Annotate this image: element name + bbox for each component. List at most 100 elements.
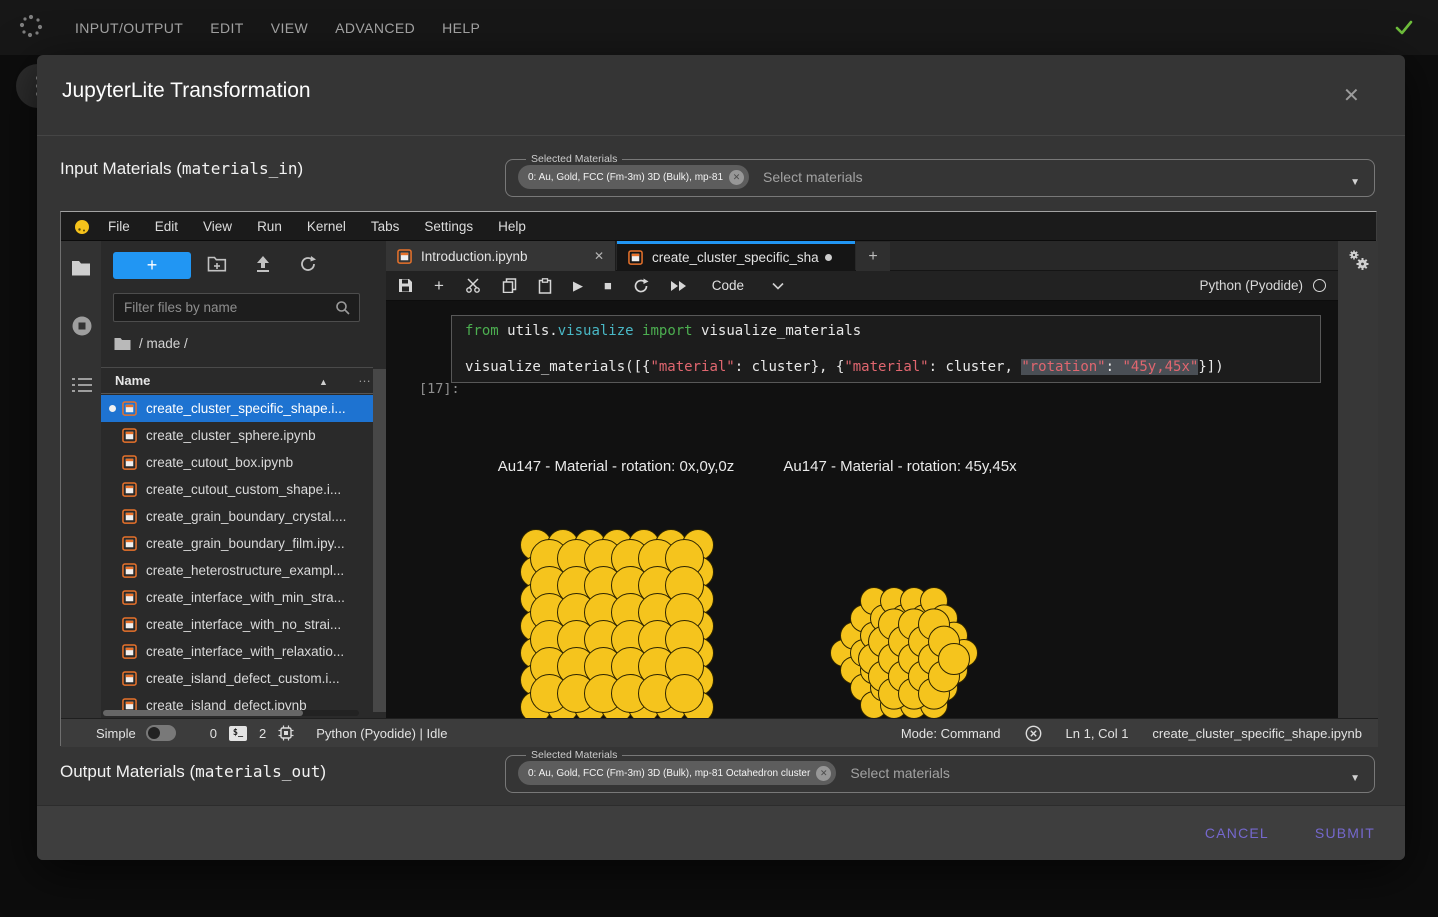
cell-type-select[interactable]: Code — [712, 278, 744, 293]
filter-files-input[interactable]: Filter files by name — [113, 293, 360, 322]
copy-cell-icon[interactable] — [502, 278, 517, 293]
file-item[interactable]: create_interface_with_relaxatio... — [101, 638, 373, 665]
file-item[interactable]: create_cutout_custom_shape.i... — [101, 476, 373, 503]
file-name: create_cluster_sphere.ipynb — [146, 428, 316, 443]
file-item[interactable]: create_heterostructure_exampl... — [101, 557, 373, 584]
submit-button[interactable]: SUBMIT — [1315, 825, 1375, 841]
run-all-icon[interactable] — [670, 280, 688, 292]
jupyter-menu-help[interactable]: Help — [498, 219, 526, 234]
file-name: create_grain_boundary_film.ipy... — [146, 536, 345, 551]
chevron-down-icon[interactable] — [772, 277, 784, 295]
file-item[interactable]: create_interface_with_no_strai... — [101, 611, 373, 638]
file-item[interactable]: create_cutout_box.ipynb — [101, 449, 373, 476]
kernel-status[interactable]: Python (Pyodide) | Idle — [316, 726, 447, 741]
file-item[interactable]: create_grain_boundary_film.ipy... — [101, 530, 373, 557]
cluster-rotation-0 — [521, 530, 714, 719]
tab-close-icon[interactable]: ✕ — [594, 249, 604, 263]
kernel-name[interactable]: Python (Pyodide) — [1199, 278, 1303, 293]
chip-remove-icon[interactable]: ✕ — [729, 170, 744, 185]
tab-introduction[interactable]: Introduction.ipynb ✕ — [386, 241, 616, 271]
menubar-item-help[interactable]: HELP — [442, 20, 480, 36]
cancel-button[interactable]: CANCEL — [1205, 825, 1269, 841]
paste-cell-icon[interactable] — [538, 278, 552, 294]
jupyter-menu-run[interactable]: Run — [257, 219, 282, 234]
file-item[interactable]: create_island_defect_custom.i... — [101, 665, 373, 692]
jupyter-menu-kernel[interactable]: Kernel — [307, 219, 346, 234]
breadcrumb[interactable]: / made / — [114, 336, 188, 351]
file-list-hscrollbar[interactable] — [103, 710, 359, 716]
notebook-file-icon — [122, 617, 137, 632]
run-cell-icon[interactable]: ▶ — [573, 278, 583, 294]
not-trusted-icon[interactable] — [1025, 725, 1042, 742]
table-of-contents-icon[interactable] — [71, 376, 93, 399]
cursor-position[interactable]: Ln 1, Col 1 — [1066, 726, 1129, 741]
atom — [666, 675, 704, 713]
success-check-icon[interactable] — [1392, 15, 1416, 44]
tab-create-cluster-specific-shape[interactable]: create_cluster_specific_sha — [617, 241, 855, 271]
screen: INPUT/OUTPUTEDITVIEWADVANCEDHELP Jupyter… — [0, 0, 1438, 917]
add-cell-icon[interactable]: + — [434, 276, 444, 296]
name-column-header[interactable]: Name — [115, 373, 150, 388]
upload-icon[interactable] — [254, 255, 272, 278]
chevron-down-icon[interactable]: ▼ — [1350, 177, 1360, 188]
jupyter-menu-view[interactable]: View — [203, 219, 232, 234]
top-menubar: INPUT/OUTPUT EDIT VIEW ADVANCED HELP — [75, 0, 480, 55]
active-filename[interactable]: create_cluster_specific_shape.ipynb — [1152, 726, 1362, 741]
simple-mode-toggle[interactable] — [146, 725, 176, 741]
file-list-header[interactable]: Name ▲ … — [101, 367, 373, 394]
menubar-item-view[interactable]: VIEW — [271, 20, 308, 36]
output-materials-label: Output Materials (materials_out) — [60, 762, 326, 788]
chip-remove-icon[interactable]: ✕ — [816, 766, 831, 781]
input-materials-label: Input Materials (materials_in) — [60, 159, 303, 185]
app-logo-icon[interactable] — [16, 11, 46, 46]
stop-kernel-icon[interactable]: ■ — [604, 278, 612, 293]
close-icon[interactable]: ✕ — [1343, 83, 1360, 108]
file-item[interactable]: create_interface_with_min_stra... — [101, 584, 373, 611]
file-list-scrollbar[interactable] — [373, 369, 386, 712]
input-materials-select[interactable]: Selected Materials 0: Au, Gold, FCC (Fm-… — [505, 153, 1375, 197]
file-item[interactable]: create_grain_boundary_crystal.... — [101, 503, 373, 530]
code-cell[interactable]: from utils.visualize import visualize_ma… — [451, 315, 1321, 383]
output-materials-select[interactable]: Selected Materials 0: Au, Gold, FCC (Fm-… — [505, 749, 1375, 793]
new-launcher-button[interactable]: + — [113, 252, 191, 279]
new-folder-icon[interactable] — [207, 255, 227, 278]
material-chip[interactable]: 0: Au, Gold, FCC (Fm-3m) 3D (Bulk), mp-8… — [518, 165, 749, 189]
settings-gears-icon[interactable] — [1347, 249, 1371, 280]
save-icon[interactable] — [398, 278, 413, 293]
file-browser-icon[interactable] — [71, 259, 91, 282]
right-strip — [1338, 241, 1378, 718]
mode-indicator[interactable]: Mode: Command — [901, 726, 1001, 741]
code-line: visualize_materials([{"material": cluste… — [465, 359, 1224, 375]
file-item[interactable]: create_cluster_sphere.ipynb — [101, 422, 373, 449]
menubar-item-edit[interactable]: EDIT — [210, 20, 244, 36]
menubar-item-input-output[interactable]: INPUT/OUTPUT — [75, 20, 183, 36]
atoms-canvas — [451, 486, 1051, 718]
sort-ascending-icon[interactable]: ▲ — [319, 377, 328, 387]
jupyter-menu-file[interactable]: File — [108, 219, 130, 234]
cut-cell-icon[interactable] — [465, 278, 481, 293]
notebook-file-icon — [122, 644, 137, 659]
jupyter-menu-settings[interactable]: Settings — [424, 219, 473, 234]
selected-materials-legend: Selected Materials — [526, 153, 622, 165]
file-item[interactable]: create_cluster_specific_shape.i... — [101, 395, 373, 422]
running-kernels-icon[interactable] — [71, 315, 93, 342]
select-materials-placeholder[interactable]: Select materials — [850, 765, 950, 781]
kernel-chip-icon[interactable] — [278, 725, 294, 741]
kernels-count[interactable]: 2 — [259, 726, 266, 741]
jupyter-menu-edit[interactable]: Edit — [155, 219, 178, 234]
menubar-item-advanced[interactable]: ADVANCED — [335, 20, 415, 36]
jupyter-menu-tabs[interactable]: Tabs — [371, 219, 400, 234]
restart-kernel-icon[interactable] — [633, 278, 649, 294]
activity-bar — [61, 241, 101, 718]
chevron-down-icon[interactable]: ▼ — [1350, 773, 1360, 784]
notebook-file-icon — [122, 482, 137, 497]
new-tab-button[interactable]: + — [856, 242, 890, 271]
terminal-icon[interactable]: $_ — [229, 726, 247, 741]
select-materials-placeholder[interactable]: Select materials — [763, 169, 863, 185]
terminals-count[interactable]: 0 — [210, 726, 217, 741]
refresh-icon[interactable] — [299, 255, 317, 278]
material-chip[interactable]: 0: Au, Gold, FCC (Fm-3m) 3D (Bulk), mp-8… — [518, 761, 836, 785]
file-name: create_cutout_box.ipynb — [146, 455, 293, 470]
file-name: create_island_defect_custom.i... — [146, 671, 340, 686]
notebook-file-icon — [122, 455, 137, 470]
